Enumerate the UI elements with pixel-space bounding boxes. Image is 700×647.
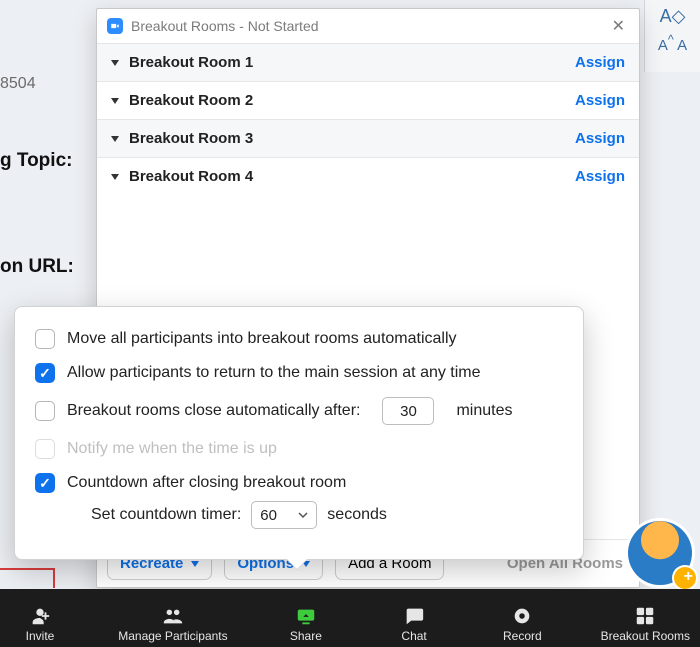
- option-close-after-suffix: minutes: [456, 402, 512, 420]
- room-name: Breakout Room 4: [129, 168, 253, 185]
- room-row[interactable]: Breakout Room 3 Assign: [97, 119, 639, 157]
- manage-participants-button[interactable]: Manage Participants: [118, 605, 227, 643]
- dialog-title: Breakout Rooms - Not Started: [131, 18, 319, 34]
- options-popover: Move all participants into breakout room…: [14, 306, 584, 560]
- record-label: Record: [503, 629, 542, 643]
- countdown-timer-select[interactable]: 60: [251, 501, 317, 529]
- bg-meeting-id: 8504: [0, 75, 36, 93]
- chevron-down-icon: [298, 510, 308, 520]
- room-row[interactable]: Breakout Room 2 Assign: [97, 81, 639, 119]
- participant-avatar[interactable]: +: [628, 521, 692, 585]
- participants-icon: [162, 605, 184, 627]
- timer-suffix: seconds: [327, 506, 387, 524]
- invite-icon: [29, 605, 51, 627]
- record-button[interactable]: Record: [492, 605, 552, 643]
- chevron-down-icon: [111, 136, 119, 142]
- share-label: Share: [290, 629, 322, 643]
- chevron-down-icon: [111, 98, 119, 104]
- option-allow-return: Allow participants to return to the main…: [67, 364, 481, 382]
- chevron-down-icon: [191, 561, 199, 567]
- zoom-icon: [107, 18, 123, 34]
- checkbox-notify: [35, 439, 55, 459]
- record-icon: [511, 605, 533, 627]
- chevron-down-icon: [111, 60, 119, 66]
- share-button[interactable]: Share: [276, 605, 336, 643]
- breakout-icon: [634, 605, 656, 627]
- dialog-titlebar: Breakout Rooms - Not Started ✕: [97, 9, 639, 43]
- room-name: Breakout Room 1: [129, 54, 253, 71]
- bg-topic-label: g Topic:: [0, 150, 72, 172]
- checkbox-countdown[interactable]: ✓: [35, 473, 55, 493]
- manage-label: Manage Participants: [118, 629, 227, 643]
- checkbox-allow-return[interactable]: ✓: [35, 363, 55, 383]
- room-name: Breakout Room 3: [129, 130, 253, 147]
- room-name: Breakout Room 2: [129, 92, 253, 109]
- assign-link[interactable]: Assign: [575, 130, 625, 147]
- checkbox-move-auto[interactable]: [35, 329, 55, 349]
- styles-icon[interactable]: A◇: [645, 6, 700, 27]
- timer-label: Set countdown timer:: [91, 506, 241, 524]
- checkbox-close-after[interactable]: [35, 401, 55, 421]
- option-countdown: Countdown after closing breakout room: [67, 474, 346, 492]
- option-move-auto: Move all participants into breakout room…: [67, 330, 457, 348]
- room-row[interactable]: Breakout Room 4 Assign: [97, 157, 639, 195]
- bg-red-box: [0, 568, 55, 588]
- chevron-down-icon: [111, 174, 119, 180]
- breakout-label: Breakout Rooms: [601, 629, 690, 643]
- close-after-minutes-input[interactable]: 30: [382, 397, 434, 425]
- chat-button[interactable]: Chat: [384, 605, 444, 643]
- invite-button[interactable]: Invite: [10, 605, 70, 643]
- breakout-rooms-button[interactable]: Breakout Rooms: [601, 605, 690, 643]
- option-close-after-prefix: Breakout rooms close automatically after…: [67, 402, 360, 420]
- option-notify: Notify me when the time is up: [67, 440, 277, 458]
- chat-label: Chat: [401, 629, 426, 643]
- meeting-toolbar: Invite Manage Participants Share Chat Re…: [0, 589, 700, 647]
- invite-label: Invite: [26, 629, 55, 643]
- assign-link[interactable]: Assign: [575, 54, 625, 71]
- font-size-controls[interactable]: A^ A: [645, 33, 700, 54]
- chat-icon: [403, 605, 425, 627]
- timer-value: 60: [260, 507, 277, 524]
- ribbon-font-panel: A◇ A^ A: [644, 0, 700, 72]
- bg-url-label: on URL:: [0, 256, 74, 278]
- room-row[interactable]: Breakout Room 1 Assign: [97, 43, 639, 81]
- assign-link[interactable]: Assign: [575, 92, 625, 109]
- assign-link[interactable]: Assign: [575, 168, 625, 185]
- share-icon: [295, 605, 317, 627]
- close-button[interactable]: ✕: [608, 12, 629, 40]
